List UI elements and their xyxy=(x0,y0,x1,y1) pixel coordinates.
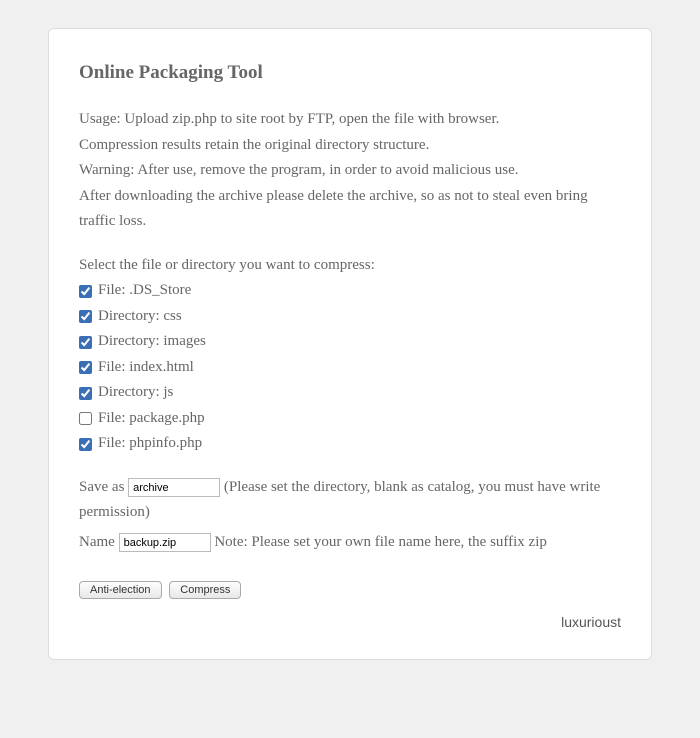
desc-line-4: After downloading the archive please del… xyxy=(79,184,621,235)
file-label: File: package.php xyxy=(98,406,205,432)
file-checkbox-ds-store[interactable] xyxy=(79,285,92,298)
file-list: File: .DS_Store Directory: css Directory… xyxy=(79,278,621,457)
anti-election-button[interactable]: Anti-election xyxy=(79,581,162,599)
button-row: Anti-election Compress xyxy=(79,577,621,603)
file-label: File: .DS_Store xyxy=(98,278,191,304)
file-checkbox-css[interactable] xyxy=(79,310,92,323)
desc-line-3: Warning: After use, remove the program, … xyxy=(79,158,621,184)
save-as-label: Save as xyxy=(79,479,124,495)
name-label: Name xyxy=(79,534,115,550)
file-checkbox-js[interactable] xyxy=(79,387,92,400)
file-item: Directory: js xyxy=(79,380,621,406)
save-as-row: Save as (Please set the directory, blank… xyxy=(79,475,621,526)
file-label: Directory: css xyxy=(98,304,182,330)
main-card: Online Packaging Tool Usage: Upload zip.… xyxy=(48,28,652,660)
file-item: Directory: images xyxy=(79,329,621,355)
file-checkbox-images[interactable] xyxy=(79,336,92,349)
compress-button[interactable]: Compress xyxy=(169,581,241,599)
name-hint: Note: Please set your own file name here… xyxy=(214,534,547,550)
page-title: Online Packaging Tool xyxy=(79,57,621,89)
file-item: File: index.html xyxy=(79,355,621,381)
file-item: Directory: css xyxy=(79,304,621,330)
file-checkbox-index[interactable] xyxy=(79,361,92,374)
file-label: Directory: images xyxy=(98,329,206,355)
file-checkbox-phpinfo[interactable] xyxy=(79,438,92,451)
save-as-input[interactable] xyxy=(128,478,220,497)
desc-line-1: Usage: Upload zip.php to site root by FT… xyxy=(79,107,621,133)
desc-line-2: Compression results retain the original … xyxy=(79,133,621,159)
name-input[interactable] xyxy=(119,533,211,552)
select-label: Select the file or directory you want to… xyxy=(79,253,621,279)
name-row: Name Note: Please set your own file name… xyxy=(79,530,621,556)
file-label: Directory: js xyxy=(98,380,173,406)
file-item: File: package.php xyxy=(79,406,621,432)
footer-credit: luxurioust xyxy=(79,611,621,635)
description-block: Usage: Upload zip.php to site root by FT… xyxy=(79,107,621,235)
file-item: File: .DS_Store xyxy=(79,278,621,304)
file-label: File: phpinfo.php xyxy=(98,431,202,457)
file-checkbox-package[interactable] xyxy=(79,412,92,425)
file-label: File: index.html xyxy=(98,355,194,381)
file-item: File: phpinfo.php xyxy=(79,431,621,457)
